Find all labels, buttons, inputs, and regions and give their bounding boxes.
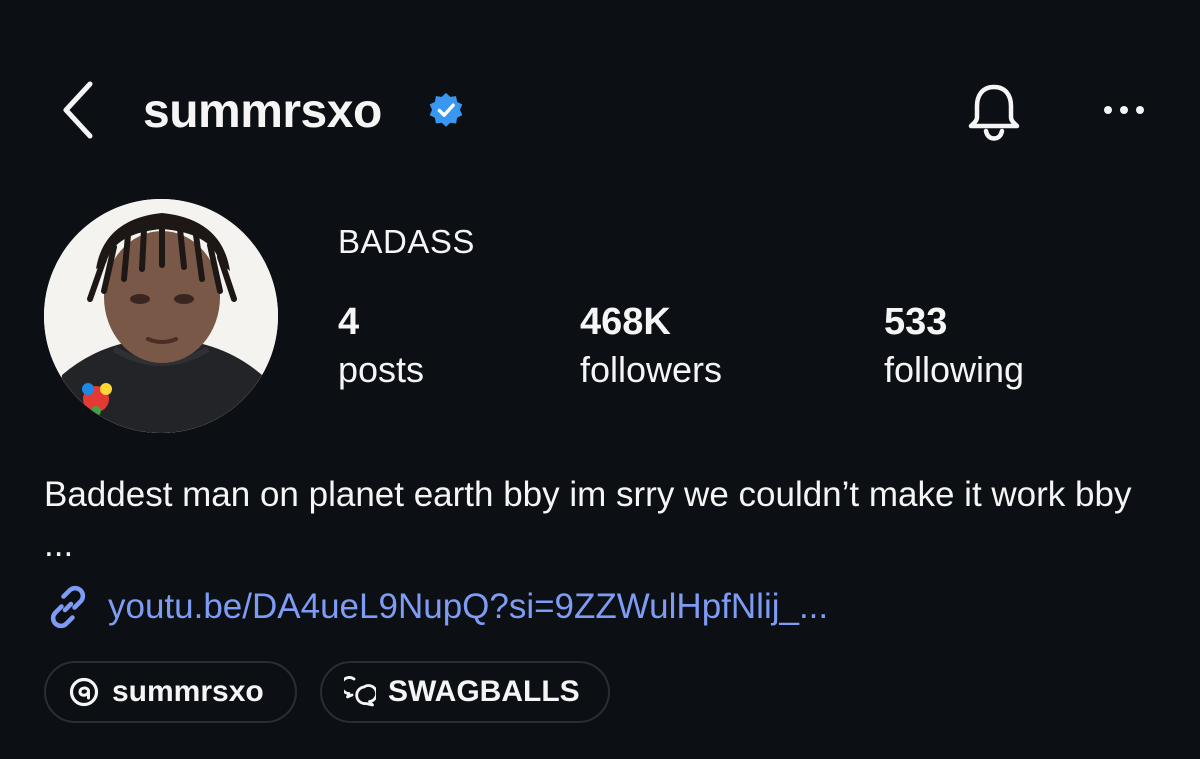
following-stat[interactable]: 533 following <box>884 300 1024 392</box>
followers-count: 468K <box>580 301 671 343</box>
verified-badge-icon <box>429 92 463 127</box>
display-name: BADASS <box>338 223 475 260</box>
threads-chip-label: summrsxo <box>112 675 264 708</box>
chat-bubbles-icon <box>344 676 376 707</box>
note-chip[interactable]: SWAGBALLS <box>320 661 610 723</box>
followers-label: followers <box>580 349 723 390</box>
posts-label: posts <box>338 349 425 390</box>
note-chip-label: SWAGBALLS <box>388 675 580 708</box>
link-icon <box>50 585 86 629</box>
notifications-bell-button[interactable] <box>960 78 1028 146</box>
profile-username: summrsxo <box>143 85 382 138</box>
more-options-icon <box>1104 106 1144 114</box>
bio-link-text: youtu.be/DA4ueL9NupQ?si=9ZZWulHpfNlij_..… <box>108 587 829 626</box>
followers-stat[interactable]: 468K followers <box>580 300 722 392</box>
threads-icon <box>69 677 99 707</box>
profile-avatar[interactable] <box>44 199 278 433</box>
following-count: 533 <box>884 301 948 343</box>
profile-bio: Baddest man on planet earth bby im srry … <box>44 475 1132 564</box>
back-chevron-icon <box>63 81 93 139</box>
following-label: following <box>884 349 1025 390</box>
posts-count: 4 <box>338 301 360 343</box>
back-button[interactable] <box>50 78 106 142</box>
posts-stat[interactable]: 4 posts <box>338 300 424 392</box>
threads-profile-chip[interactable]: summrsxo <box>44 661 297 723</box>
avatar-photo <box>44 199 278 433</box>
more-options-button[interactable] <box>1094 88 1154 132</box>
bell-icon <box>968 84 1020 141</box>
bio-link[interactable]: youtu.be/DA4ueL9NupQ?si=9ZZWulHpfNlij_..… <box>44 583 828 631</box>
